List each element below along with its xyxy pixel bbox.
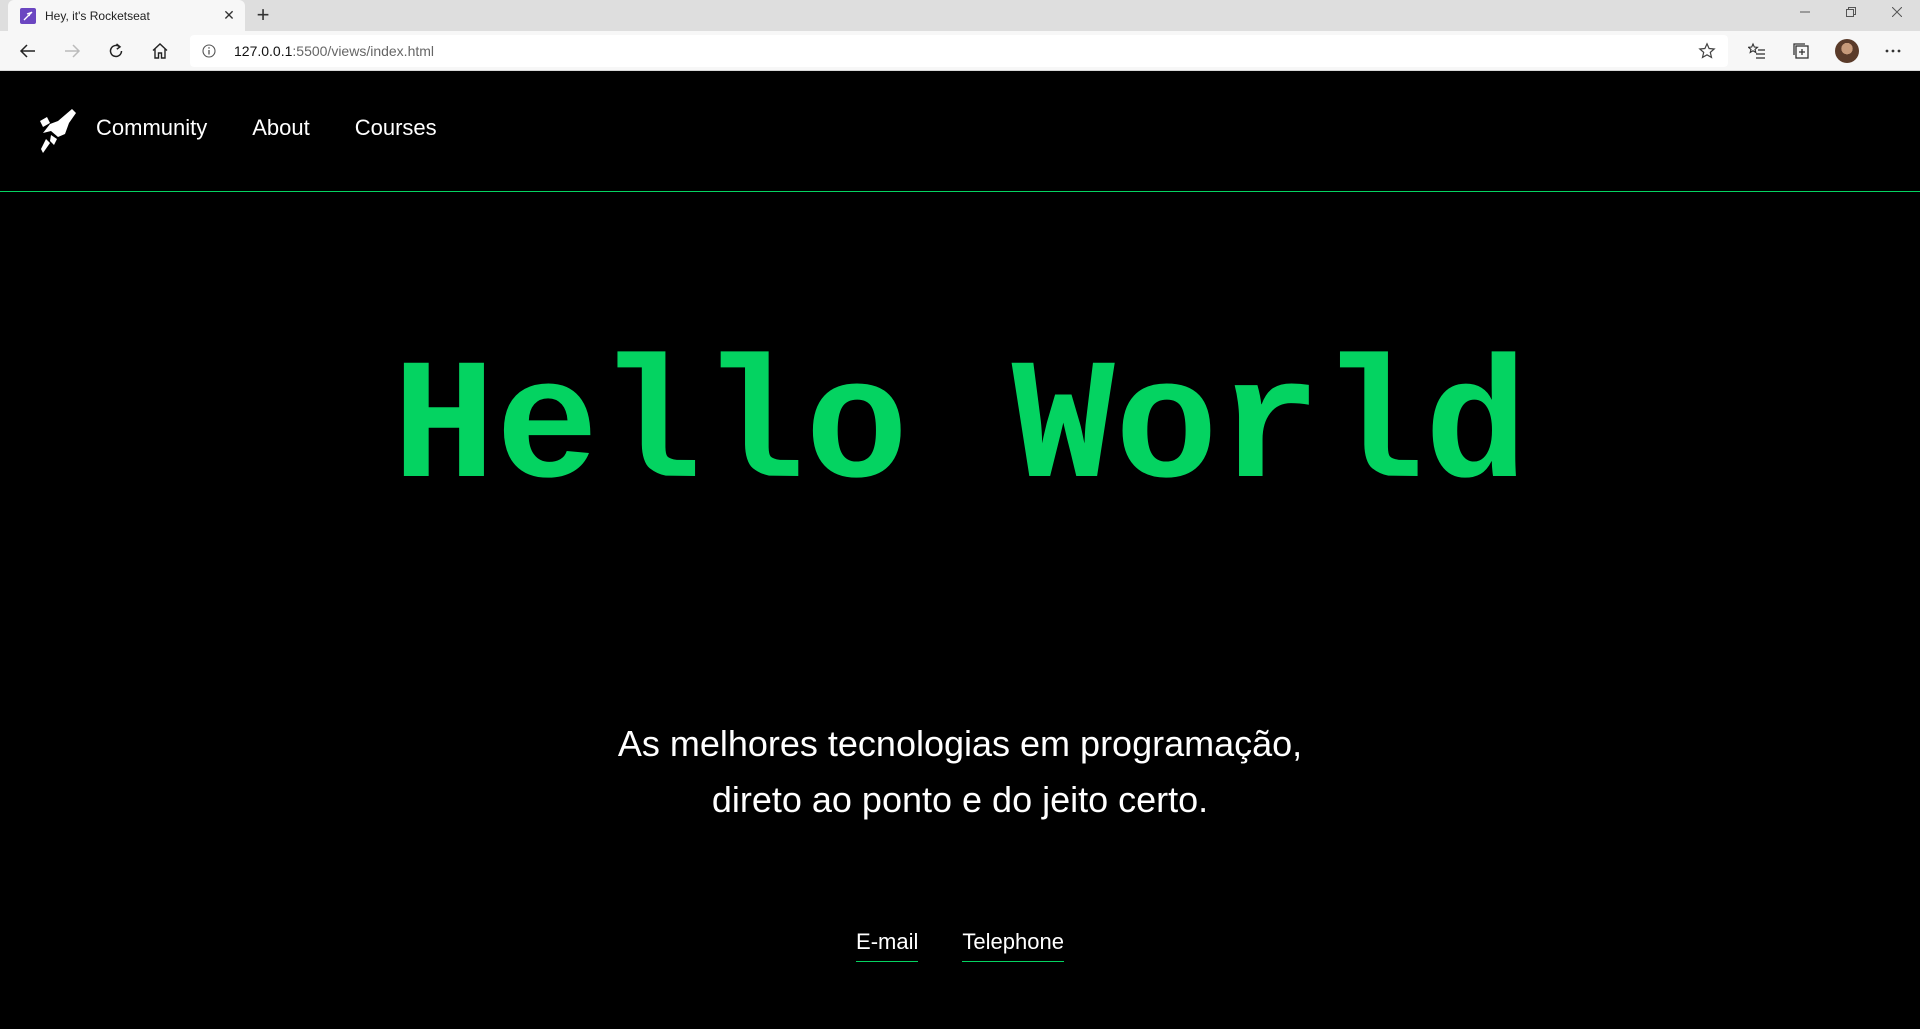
hero-title: Hello World <box>392 333 1528 528</box>
tab-title: Hey, it's Rocketseat <box>45 8 150 23</box>
tagline-line-2: direto ao ponto e do jeito certo. <box>711 779 1209 820</box>
nav-link-about[interactable]: About <box>252 115 310 141</box>
favorite-star-icon[interactable] <box>1698 42 1716 60</box>
email-link[interactable]: E-mail <box>856 929 919 962</box>
close-tab-icon[interactable]: ✕ <box>221 7 237 23</box>
telephone-link[interactable]: Telephone <box>962 929 1064 962</box>
site-info-icon[interactable] <box>202 44 216 58</box>
contact-links: E-mail Telephone <box>0 929 1920 962</box>
new-tab-icon[interactable]: + <box>251 4 275 28</box>
site-header: Community About Courses <box>0 71 1920 192</box>
url-host: 127.0.0.1 <box>234 43 293 59</box>
nav-link-community[interactable]: Community <box>96 115 207 141</box>
more-options-icon[interactable] <box>1878 36 1908 66</box>
browser-toolbar: 127.0.0.1:5500/views/index.html <box>0 31 1920 71</box>
tagline: As melhores tecnologias em programação, … <box>0 716 1920 828</box>
favorites-list-icon[interactable] <box>1742 36 1772 66</box>
avatar <box>1835 39 1859 63</box>
back-icon[interactable] <box>13 36 43 66</box>
web-page: Community About Courses Hello World As m… <box>0 71 1920 1029</box>
url-text: 127.0.0.1:5500/views/index.html <box>234 43 434 59</box>
address-bar[interactable]: 127.0.0.1:5500/views/index.html <box>190 35 1728 67</box>
window-controls <box>1782 0 1920 31</box>
tagline-line-1: As melhores tecnologias em programação, <box>617 723 1303 764</box>
browser-tab[interactable]: Hey, it's Rocketseat ✕ <box>8 0 245 31</box>
main-nav: Community About Courses <box>96 115 482 141</box>
nav-link-courses[interactable]: Courses <box>355 115 437 141</box>
close-window-icon[interactable] <box>1874 0 1920 24</box>
refresh-icon[interactable] <box>101 36 131 66</box>
restore-icon[interactable] <box>1828 0 1874 24</box>
browser-tabbar: Hey, it's Rocketseat ✕ + <box>0 0 1920 31</box>
profile-avatar[interactable] <box>1832 36 1862 66</box>
minimize-icon[interactable] <box>1782 0 1828 24</box>
home-icon[interactable] <box>145 36 175 66</box>
forward-icon[interactable] <box>57 36 87 66</box>
url-path: :5500/views/index.html <box>292 43 435 59</box>
rocketseat-logo-icon[interactable] <box>38 107 78 155</box>
collections-icon[interactable] <box>1786 36 1816 66</box>
rocketseat-favicon-icon <box>20 7 36 24</box>
